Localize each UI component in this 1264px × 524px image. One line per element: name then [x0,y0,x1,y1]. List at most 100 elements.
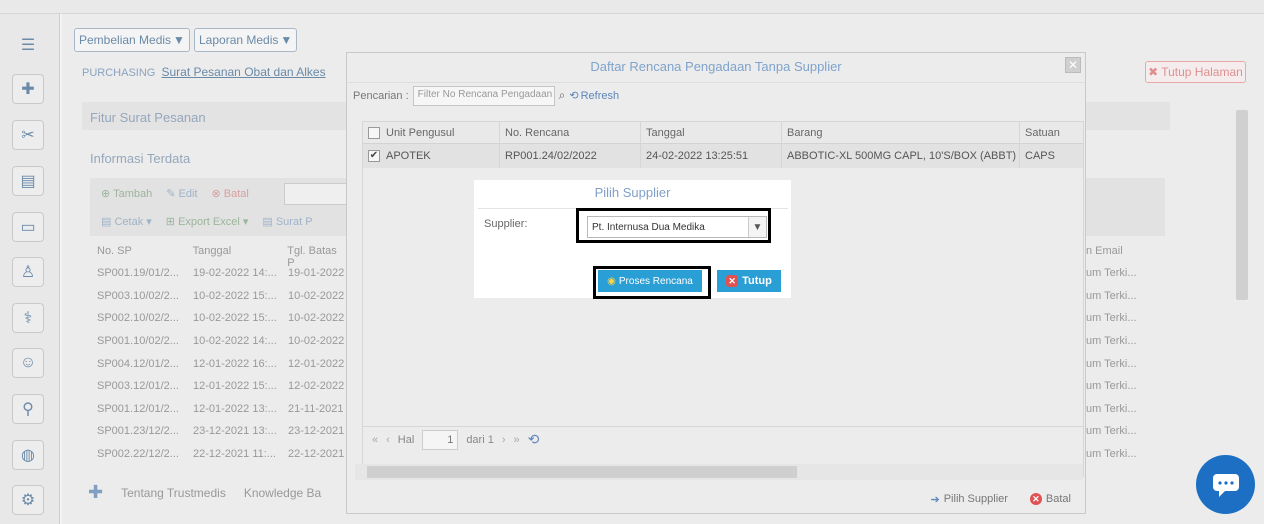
toolbar-search-input[interactable] [284,183,348,205]
first-page-icon[interactable]: « [372,434,378,446]
table-row[interactable]: SP004.12/01/2... 12-01-2022 16:... 12-01-2… [90,352,348,375]
supplier-label: Supplier: [484,218,528,230]
chat-button[interactable] [1196,455,1255,514]
col-tanggal[interactable]: Tanggal [641,122,782,143]
cell: SP004.12/01/2... [97,357,179,370]
cell: 12-01-2022 15:... [193,380,277,393]
menu-icon[interactable]: ☰ [12,30,44,60]
letter-label: Surat P [275,216,313,228]
menu-laporan-medis[interactable]: Laporan Medis ▼ [194,28,298,52]
search-label: Pencarian : [353,89,409,102]
choose-supplier-button[interactable]: ➔ Pilih Supplier [931,493,1008,506]
refresh-button[interactable]: ⟲ Refresh [569,89,619,103]
menu-label: Pembelian Medis [79,33,172,47]
process-icon: ◉ [607,275,616,287]
pager: « ‹ Hal 1 dari 1 › » ⟲ [362,426,1084,452]
cell: SP003.12/01/2... [97,380,179,393]
cell: 21-11-2021 [288,402,344,415]
close-button[interactable]: ✕ Tutup [717,270,781,292]
table-row[interactable]: SP001.10/02/2... 10-02-2022 14:... 10-02-2… [90,330,348,353]
cell: 10-02-2022 15:... [193,289,277,302]
last-page-icon[interactable]: » [514,434,520,446]
monitor-icon[interactable]: ▤ [12,166,44,196]
supplier-select[interactable]: Pt. Internusa Dua Medika ▼ [587,216,767,238]
next-page-icon[interactable]: › [502,434,506,446]
cell: 12-02-2022 [288,380,345,393]
dialog-footer: ➔ Pilih Supplier ✕ Batal [347,485,1085,513]
trustmedis-logo-icon: ✚ [88,482,104,502]
row-checkbox[interactable]: ✔ [368,150,380,162]
close-page-button[interactable]: ✖ Tutup Halaman [1145,61,1246,83]
prev-page-icon[interactable]: ‹ [386,434,390,446]
cell-unit: ✔ APOTEK [363,144,500,168]
col-label: Unit Pengusul [386,126,455,139]
horizontal-scrollbar[interactable] [355,464,1083,480]
supplier-value: Pt. Internusa Dua Medika [592,221,705,233]
letter-button[interactable]: ▤ Surat P [262,215,312,228]
table-row[interactable]: SP003.10/02/2... 10-02-2022 15:... 10-02-2… [90,285,348,308]
top-bar [0,0,1264,14]
table-row[interactable]: SP001.12/01/2... 12-01-2022 13:... 21-11-2… [90,398,348,421]
doctor-icon[interactable]: ☺ [12,348,44,378]
cell: SP001.23/12/2... [97,425,179,438]
add-button[interactable]: ⊕ Tambah [101,187,152,200]
chevron-down-icon: ▼ [173,33,185,47]
table-row[interactable]: SP003.12/01/2... 12-01-2022 15:... 12-02-2… [90,375,348,398]
footer-link-about[interactable]: Tentang Trustmedis [121,486,226,500]
table-row[interactable]: SP002.22/12/2... 22-12-2021 11:... 22-12-2… [90,443,348,466]
process-plan-button[interactable]: ◉ Proses Rencana [598,270,702,292]
cancel-button[interactable]: ⊗ Batal [211,187,248,200]
export-excel-button[interactable]: ⊞ Export Excel ▾ [166,215,249,228]
col-unit[interactable]: Unit Pengusul [363,122,500,143]
breadcrumb-current[interactable]: Surat Pesanan Obat dan Alkes [161,65,325,79]
search-icon[interactable]: ⌕ [559,88,566,103]
stethoscope-icon[interactable]: ⚲ [12,394,44,424]
cell-satuan: CAPS [1025,150,1055,162]
cell: 10-02-2022 15:... [193,312,277,325]
print-button[interactable]: ▤ Cetak ▾ [101,215,152,228]
scroll-thumb[interactable] [367,466,797,478]
chevron-down-icon[interactable]: ▼ [748,217,766,237]
close-page-label: Tutup Halaman [1161,65,1243,79]
user-icon[interactable]: ♙ [12,257,44,287]
cell: 19-01-2022 [288,267,345,280]
popup-title: Pilih Supplier [594,185,671,200]
footer-link-knowledge[interactable]: Knowledge Ba [244,486,321,500]
select-all-checkbox[interactable] [368,126,380,139]
menu-label: Laporan Medis [199,33,279,47]
table-row[interactable]: ✔ APOTEK RP001.24/02/2022 24-02-2022 13:2… [363,144,1083,168]
menu-pembelian-medis[interactable]: Pembelian Medis ▼ [74,28,190,52]
page-input[interactable]: 1 [422,429,459,450]
table-row[interactable]: SP002.10/02/2... 10-02-2022 15:... 10-02-2… [90,307,348,330]
settings-icon[interactable]: ⚙ [12,485,44,515]
col-barang[interactable]: Barang [782,122,1020,143]
pharmacy-icon[interactable]: ⚕ [12,303,44,333]
table-row[interactable]: SP001.23/12/2... 23-12-2021 13:... 23-12-2… [90,420,348,443]
trustmedis-logo-icon[interactable]: ✚ [12,74,44,104]
dialog-close-button[interactable]: ✕ [1065,57,1081,73]
cell-text: APOTEK [386,150,431,162]
footer-links: ✚ Tentang Trustmedis Knowledge Ba [88,482,321,503]
table-row[interactable]: SP001.19/01/2... 19-02-2022 14:... 19-01-2… [90,262,348,285]
refresh-icon[interactable]: ⟲ [528,431,540,448]
cell: 12-01-2022 [288,357,345,370]
export-label: Export Excel [178,216,240,228]
cell: um Terki... [1086,448,1137,461]
col-no-rencana[interactable]: No. Rencana [500,122,641,143]
page-scrollbar[interactable] [1236,110,1248,300]
globe-icon[interactable]: ◍ [12,440,44,470]
cell: um Terki... [1086,289,1137,302]
id-card-icon[interactable]: ▭ [12,212,44,242]
page-label: Hal [397,433,415,446]
cell-no: RP001.24/02/2022 [500,144,641,168]
search-input[interactable]: Filter No Rencana Pengadaan [412,85,555,106]
edit-button[interactable]: ✎ Edit [166,187,197,200]
section-title-info: Informasi Terdata [90,151,191,166]
chat-icon [1212,473,1239,497]
dialog-cancel-button[interactable]: ✕ Batal [1029,493,1071,505]
cell: SP001.12/01/2... [97,402,179,415]
cell-barang: ABBOTIC-XL 500MG CAPL, 10'S/BOX (ABBT) [782,144,1020,168]
cell: 10-02-2022 [288,335,345,348]
tools-icon[interactable]: ✂ [12,120,44,150]
col-satuan[interactable]: Satuan [1020,122,1083,143]
